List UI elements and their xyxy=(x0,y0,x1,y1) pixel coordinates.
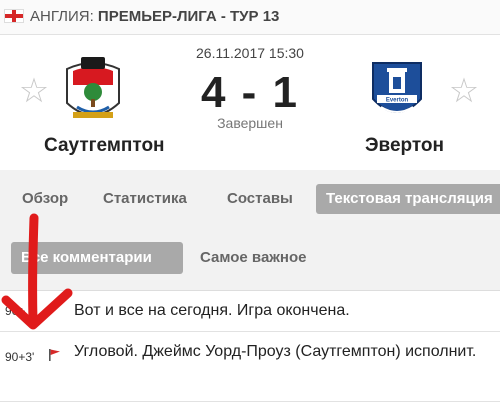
match-status: Завершен xyxy=(217,115,283,131)
england-flag-icon xyxy=(4,9,24,23)
favorite-away-star-icon[interactable]: ☆ xyxy=(448,74,480,108)
comment-text: Угловой. Джеймс Уорд-Проуз (Саутгемптон)… xyxy=(74,343,477,360)
southampton-crest-icon xyxy=(66,57,120,118)
match-datetime: 26.11.2017 15:30 xyxy=(196,45,304,61)
tab-overview[interactable]: Обзор xyxy=(22,184,68,214)
svg-text:Everton: Everton xyxy=(386,98,409,104)
match-header: ☆ Everton Саутгемптон 26.11.2017 15:30 4… xyxy=(0,35,500,170)
corner-flag-icon xyxy=(49,349,60,361)
breadcrumb-text: АНГЛИЯ: ПРЕМЬЕР-ЛИГА - ТУР 13 xyxy=(30,8,279,25)
favorite-home-star-icon[interactable]: ☆ xyxy=(18,74,50,108)
everton-crest-icon: Everton xyxy=(372,62,422,113)
tab-lineups[interactable]: Составы xyxy=(227,184,293,214)
list-item: 90+3' Угловой. Джеймс Уорд-Проуз (Саутге… xyxy=(0,332,500,402)
comment-minute: 90+ xyxy=(5,304,26,318)
comment-filters: Все комментарии Самое важное xyxy=(0,232,500,282)
away-team-name[interactable]: Эвертон xyxy=(365,135,444,157)
breadcrumb-country: АНГЛИЯ: xyxy=(30,8,94,25)
match-tabs: Обзор Статистика Составы Текстовая транс… xyxy=(0,176,500,222)
match-score: 4 - 1 xyxy=(200,68,300,117)
tab-text-broadcast[interactable]: Текстовая трансляция xyxy=(316,184,500,214)
breadcrumb[interactable]: АНГЛИЯ: ПРЕМЬЕР-ЛИГА - ТУР 13 xyxy=(0,0,500,35)
filter-important[interactable]: Самое важное xyxy=(200,242,307,274)
breadcrumb-league: ПРЕМЬЕР-ЛИГА - ТУР 13 xyxy=(97,8,280,25)
tab-statistics[interactable]: Статистика xyxy=(103,184,187,214)
home-team-name[interactable]: Саутгемптон xyxy=(44,135,165,157)
comment-text: Вот и все на сегодня. Игра окончена. xyxy=(74,302,350,319)
list-item: 90+ Вот и все на сегодня. Игра окончена. xyxy=(0,291,500,332)
comments-list: 90+ Вот и все на сегодня. Игра окончена.… xyxy=(0,290,500,402)
comment-minute: 90+3' xyxy=(5,350,35,364)
filter-all-comments[interactable]: Все комментарии xyxy=(11,242,183,274)
